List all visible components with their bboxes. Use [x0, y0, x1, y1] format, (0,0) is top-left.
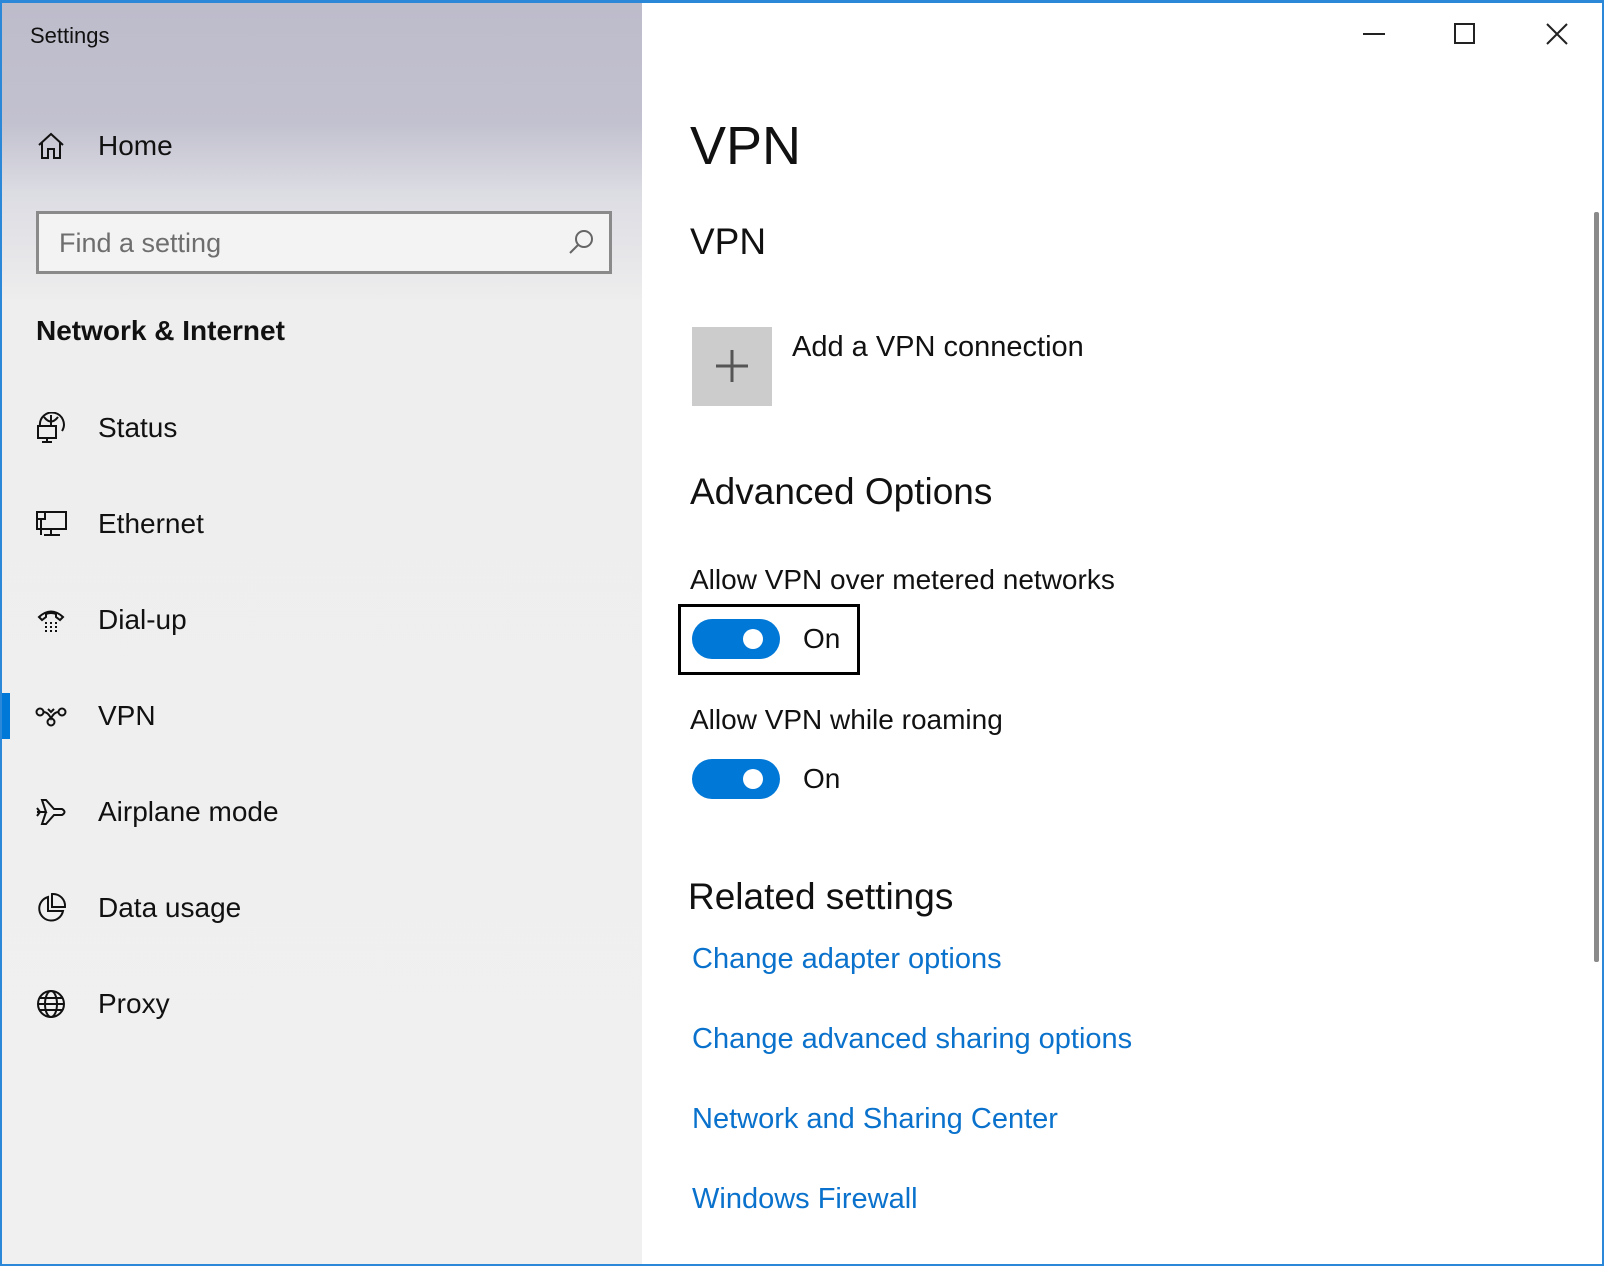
- close-button[interactable]: [1517, 11, 1597, 61]
- home-icon: [34, 129, 68, 163]
- vpn-icon: [34, 699, 68, 733]
- page-title: VPN: [690, 116, 802, 176]
- settings-window: Settings Home Network & Internet: [0, 0, 1604, 1266]
- search-icon[interactable]: [567, 228, 595, 256]
- add-vpn-label[interactable]: Add a VPN connection: [792, 331, 1084, 364]
- selection-indicator: [2, 693, 10, 739]
- sidebar-item-dial-up[interactable]: Dial-up: [2, 590, 642, 650]
- sidebar-item-label: Data usage: [98, 892, 242, 923]
- sidebar-item-label: Proxy: [98, 988, 170, 1019]
- toggle-knob: [743, 769, 763, 789]
- section-title: Network & Internet: [36, 315, 285, 346]
- minimize-icon: [1362, 22, 1386, 51]
- sidebar: Settings Home Network & Internet: [2, 3, 642, 1264]
- scrollbar[interactable]: [1594, 212, 1599, 962]
- vpn-section-title: VPN: [690, 221, 767, 262]
- close-icon: [1545, 22, 1569, 51]
- toggle-knob: [743, 629, 763, 649]
- sidebar-item-label: Ethernet: [98, 508, 204, 539]
- sidebar-item-proxy[interactable]: Proxy: [2, 974, 642, 1034]
- roaming-state: On: [803, 763, 841, 794]
- sidebar-item-label: Dial-up: [98, 604, 187, 635]
- link-network-and-sharing-center[interactable]: Network and Sharing Center: [692, 1103, 1058, 1136]
- metered-networks-state: On: [803, 623, 841, 654]
- add-vpn-button[interactable]: [692, 327, 772, 406]
- metered-networks-toggle[interactable]: [692, 619, 780, 659]
- sidebar-item-home[interactable]: Home: [2, 116, 642, 176]
- maximize-button[interactable]: [1425, 11, 1505, 61]
- search-box[interactable]: [36, 211, 612, 274]
- metered-networks-label: Allow VPN over metered networks: [690, 564, 1115, 595]
- link-windows-firewall[interactable]: Windows Firewall: [692, 1183, 918, 1216]
- status-globe-icon: [34, 411, 68, 445]
- sidebar-item-label: VPN: [98, 700, 156, 731]
- sidebar-item-data-usage[interactable]: Data usage: [2, 878, 642, 938]
- sidebar-item-airplane-mode[interactable]: Airplane mode: [2, 782, 642, 842]
- related-settings-title: Related settings: [688, 876, 954, 917]
- roaming-toggle[interactable]: [692, 759, 780, 799]
- search-input[interactable]: [57, 222, 541, 264]
- sidebar-item-label: Status: [98, 412, 178, 443]
- globe-icon: [34, 987, 68, 1021]
- link-change-adapter-options[interactable]: Change adapter options: [692, 943, 1002, 976]
- sidebar-item-vpn[interactable]: VPN: [2, 686, 642, 746]
- ethernet-icon: [34, 507, 68, 541]
- sidebar-item-label: Airplane mode: [98, 796, 279, 827]
- link-change-advanced-sharing-options[interactable]: Change advanced sharing options: [692, 1023, 1132, 1056]
- dialup-phone-icon: [34, 603, 68, 637]
- data-usage-icon: [34, 891, 68, 925]
- minimize-button[interactable]: [1334, 11, 1414, 61]
- sidebar-item-status[interactable]: Status: [2, 398, 642, 458]
- app-title: Settings: [30, 23, 110, 48]
- airplane-icon: [34, 795, 68, 829]
- maximize-icon: [1453, 22, 1477, 51]
- roaming-label: Allow VPN while roaming: [690, 704, 1003, 735]
- sidebar-item-label: Home: [98, 130, 173, 161]
- advanced-options-title: Advanced Options: [690, 471, 993, 512]
- sidebar-item-ethernet[interactable]: Ethernet: [2, 494, 642, 554]
- plus-icon: [716, 350, 748, 382]
